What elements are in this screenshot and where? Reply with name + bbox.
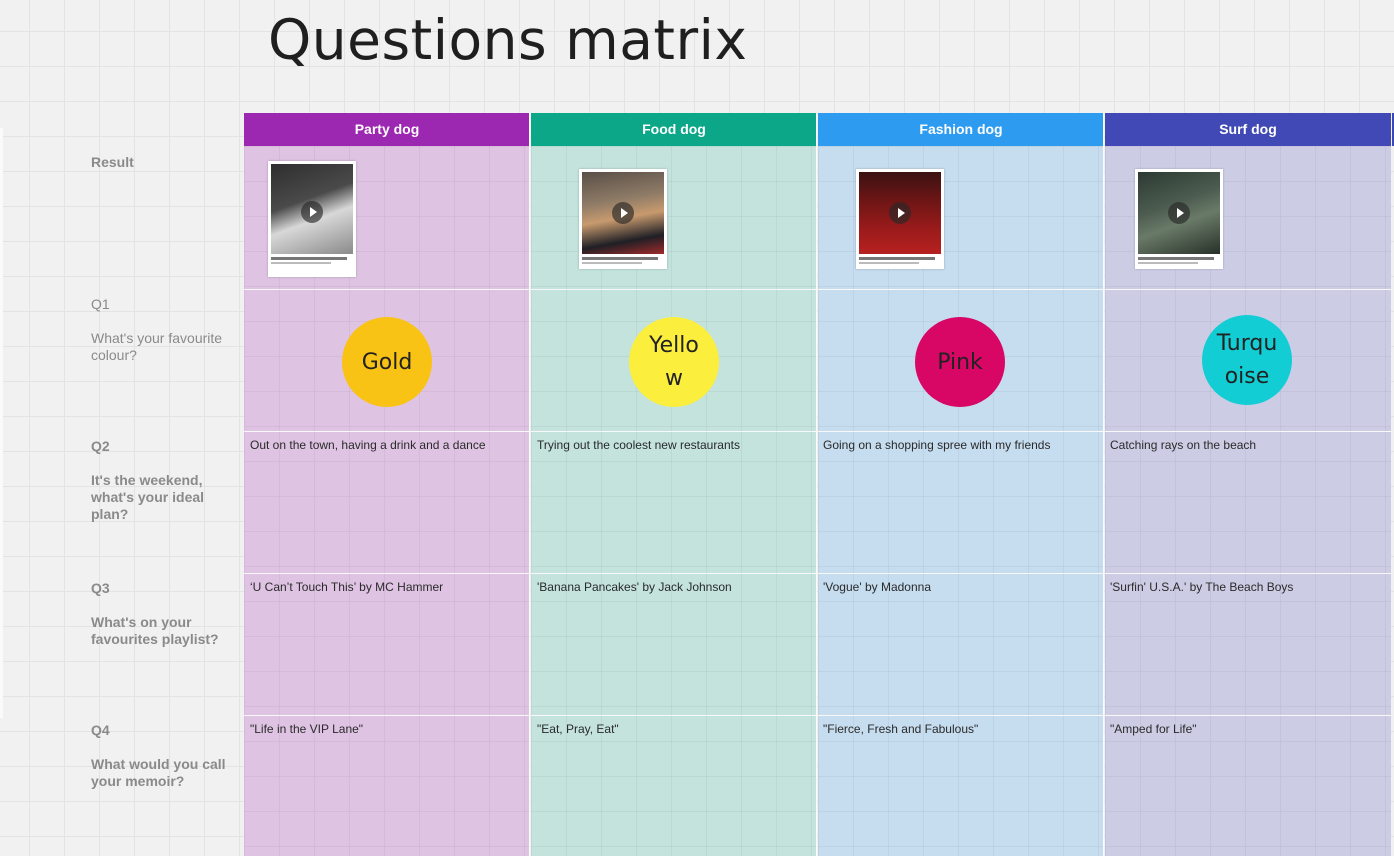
video-thumbnail[interactable] <box>579 169 667 269</box>
row-label-q4-text: What would you call your memoir? <box>91 756 226 789</box>
video-caption <box>859 262 919 264</box>
column-surf-dog[interactable]: Surf dog Turquoise Catching rays on the … <box>1105 113 1391 856</box>
column-header[interactable]: Fashion dog <box>818 113 1104 146</box>
column-food-dog[interactable]: Food dog Yellow Trying out the coolest n… <box>531 113 817 856</box>
row-label-q3-text: What's on your favourites playlist? <box>91 614 219 647</box>
row-divider <box>818 289 1104 290</box>
play-icon[interactable] <box>1168 202 1190 224</box>
colour-circle[interactable]: Turquoise <box>1202 315 1292 405</box>
row-label-q3-id: Q3 <box>91 580 110 596</box>
row-label-q2-id: Q2 <box>91 438 110 454</box>
row-divider <box>818 715 1104 716</box>
row-divider <box>531 715 817 716</box>
row-divider <box>818 573 1104 574</box>
column-fashion-dog[interactable]: Fashion dog Pink Going on a shopping spr… <box>818 113 1104 856</box>
column-party-dog[interactable]: Party dog Gold Out on the town, having a… <box>244 113 530 856</box>
video-caption <box>582 257 658 260</box>
answer-q4[interactable]: "Eat, Pray, Eat" <box>537 722 619 736</box>
row-divider <box>244 715 530 716</box>
video-caption <box>271 262 331 264</box>
row-divider <box>531 289 817 290</box>
video-thumbnail[interactable] <box>856 169 944 269</box>
video-caption <box>271 257 347 260</box>
column-divider <box>816 113 817 856</box>
play-icon[interactable] <box>301 201 323 223</box>
answer-q2[interactable]: Going on a shopping spree with my friend… <box>823 438 1050 452</box>
answer-q4[interactable]: "Amped for Life" <box>1110 722 1197 736</box>
left-panel-edge <box>0 128 3 718</box>
row-label-result: Result <box>91 154 134 170</box>
colour-circle[interactable]: Gold <box>342 317 432 407</box>
row-divider <box>818 431 1104 432</box>
row-divider <box>244 573 530 574</box>
video-thumbnail[interactable] <box>268 161 356 277</box>
video-thumbnail[interactable] <box>1135 169 1223 269</box>
column-body <box>531 146 817 856</box>
video-caption <box>1138 262 1198 264</box>
column-divider <box>529 113 530 856</box>
column-header[interactable]: Surf dog <box>1105 113 1391 146</box>
answer-q2[interactable]: Catching rays on the beach <box>1110 438 1256 452</box>
answer-q3[interactable]: 'Surfin' U.S.A.' by The Beach Boys <box>1110 580 1293 594</box>
video-caption <box>859 257 935 260</box>
row-divider <box>1105 289 1391 290</box>
row-divider <box>531 573 817 574</box>
row-label-q1-id: Q1 <box>91 296 110 312</box>
row-divider <box>531 431 817 432</box>
column-header[interactable]: Food dog <box>531 113 817 146</box>
column-header[interactable]: Party dog <box>244 113 530 146</box>
answer-q3[interactable]: 'Vogue' by Madonna <box>823 580 931 594</box>
row-label-q1-text: What's your favourite colour? <box>91 330 223 363</box>
row-divider <box>1105 573 1391 574</box>
answer-q4[interactable]: "Fierce, Fresh and Fabulous" <box>823 722 978 736</box>
answer-q2[interactable]: Out on the town, having a drink and a da… <box>250 438 486 452</box>
column-divider <box>1103 113 1104 856</box>
answer-q4[interactable]: "Life in the VIP Lane" <box>250 722 363 736</box>
colour-circle[interactable]: Yellow <box>629 317 719 407</box>
row-label-q4-id: Q4 <box>91 722 110 738</box>
colour-circle[interactable]: Pink <box>915 317 1005 407</box>
play-icon[interactable] <box>889 202 911 224</box>
row-divider <box>244 289 530 290</box>
row-label-q2-text: It's the weekend, what's your ideal plan… <box>91 472 205 522</box>
answer-q3[interactable]: 'Banana Pancakes' by Jack Johnson <box>537 580 732 594</box>
answer-q3[interactable]: ‘U Can’t Touch This’ by MC Hammer <box>250 580 443 594</box>
row-divider <box>1105 715 1391 716</box>
row-divider <box>244 431 530 432</box>
board-title: Questions matrix <box>268 8 748 72</box>
row-divider <box>1105 431 1391 432</box>
answer-q2[interactable]: Trying out the coolest new restaurants <box>537 438 740 452</box>
play-icon[interactable] <box>612 202 634 224</box>
video-caption <box>1138 257 1214 260</box>
video-caption <box>582 262 642 264</box>
